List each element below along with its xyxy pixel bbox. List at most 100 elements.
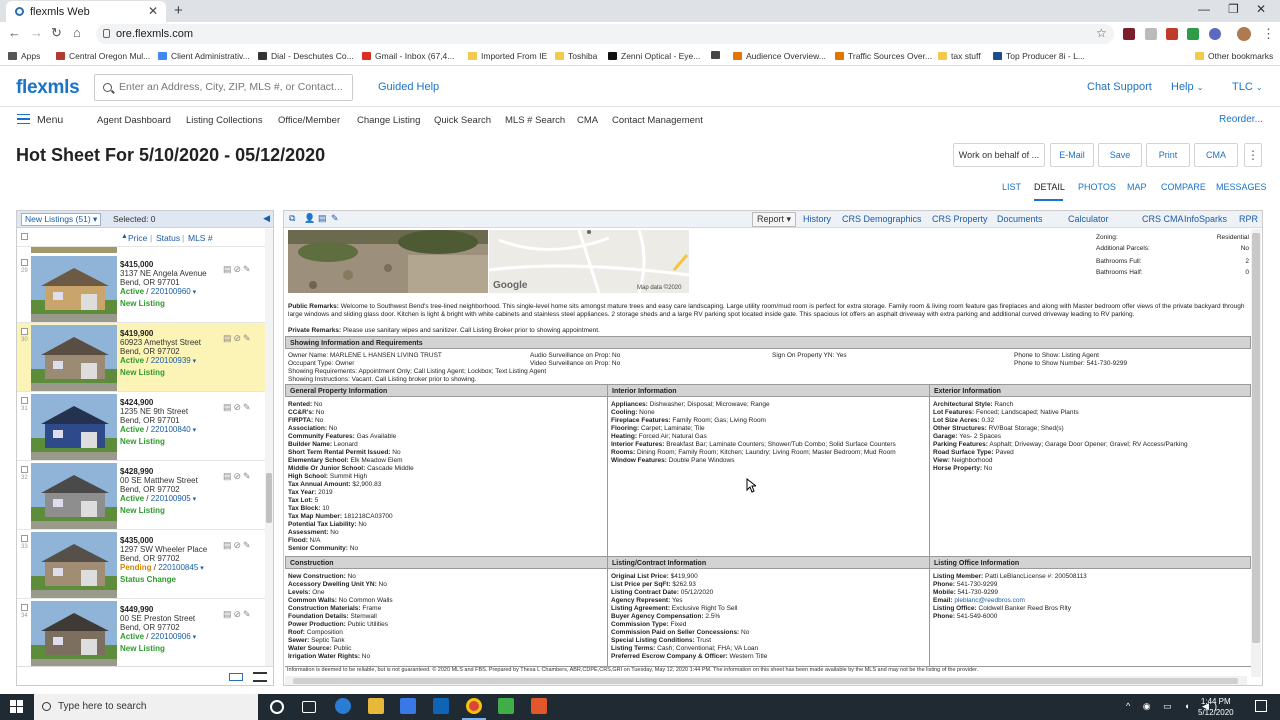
toolbar-link[interactable]: CRS CMA xyxy=(1142,214,1184,224)
maximize-icon[interactable]: ❐ xyxy=(1228,2,1239,16)
list-view-icon[interactable] xyxy=(253,672,267,682)
view-tab[interactable]: MESSAGES xyxy=(1216,182,1267,192)
toolbar-link[interactable]: CRS Demographics xyxy=(842,214,922,224)
listing-row[interactable]: 33 $435,000 1297 SW Wheeler Place Bend, OR … xyxy=(17,530,265,599)
extension-icon[interactable] xyxy=(1123,28,1135,40)
bookmark-item[interactable]: Dial - Deschutes Co... xyxy=(258,51,354,61)
forward-icon[interactable]: → xyxy=(30,25,43,40)
listing-photo[interactable] xyxy=(31,463,117,529)
recorder-icon[interactable] xyxy=(531,698,547,714)
view-tab[interactable]: DETAIL xyxy=(1034,182,1065,192)
open-window-icon[interactable]: ⧉ xyxy=(289,213,295,224)
camtasia-icon[interactable] xyxy=(498,698,514,714)
listing-row[interactable]: 34 $449,990 00 SE Preston Street Bend, OR 9… xyxy=(17,599,265,668)
listing-photo[interactable] xyxy=(31,532,117,598)
task-view-icon[interactable] xyxy=(302,701,316,713)
file-explorer-icon[interactable] xyxy=(368,698,384,714)
row-action-icons[interactable]: ▤⊘✎ xyxy=(223,540,253,551)
menu-item[interactable]: MLS # Search xyxy=(505,115,565,126)
extension-icon[interactable] xyxy=(1145,28,1157,40)
menu-item[interactable]: CMA xyxy=(577,115,598,126)
view-tab[interactable]: PHOTOS xyxy=(1078,182,1116,192)
notifications-icon[interactable] xyxy=(1255,700,1267,712)
reload-icon[interactable]: ↻ xyxy=(51,25,62,41)
listing-scrollbar[interactable] xyxy=(265,229,273,666)
listing-photo[interactable] xyxy=(31,325,117,391)
windows-start-icon[interactable] xyxy=(10,700,24,714)
menu-item[interactable]: Quick Search xyxy=(434,115,491,126)
bookmark-item[interactable]: Other bookmarks xyxy=(1195,51,1273,61)
home-icon[interactable]: ⌂ xyxy=(73,25,81,40)
taskbar-clock[interactable]: 1:44 PM 5/12/2020 xyxy=(1198,696,1234,718)
property-photo[interactable] xyxy=(288,230,488,293)
toolbar-link[interactable]: CRS Property xyxy=(932,214,988,224)
list-select[interactable]: New Listings (51) ▾ xyxy=(21,213,102,226)
bookmark-item[interactable] xyxy=(711,51,724,59)
chevron-down-icon[interactable]: ▾ xyxy=(191,634,197,641)
listing-photo[interactable] xyxy=(31,601,117,667)
search-input[interactable]: Enter an Address, City, ZIP, MLS #, or C… xyxy=(94,74,353,101)
horizontal-scroll-thumb[interactable] xyxy=(293,678,1238,684)
bookmark-item[interactable]: Zenni Optical - Eye... xyxy=(608,51,700,61)
mls-number[interactable]: 220100840 xyxy=(151,425,191,434)
row-action-icons[interactable]: ▤⊘✎ xyxy=(223,264,253,275)
bookmark-item[interactable]: Apps xyxy=(8,51,40,61)
mls-number[interactable]: 220100906 xyxy=(151,632,191,641)
listing-scroll-thumb[interactable] xyxy=(266,473,272,523)
toolbar-link[interactable]: Documents xyxy=(997,214,1043,224)
page-action-button[interactable]: Work on behalf of ... xyxy=(953,143,1045,167)
bookmark-item[interactable]: Client Administrativ... xyxy=(158,51,250,61)
chevron-down-icon[interactable]: ▾ xyxy=(191,358,197,365)
url-bar[interactable]: ore.flexmls.com xyxy=(96,24,1114,44)
menu-item[interactable]: Office/Member xyxy=(278,115,340,126)
toolbar-link[interactable]: InfoSparks xyxy=(1184,214,1227,224)
toolbar-link[interactable]: History xyxy=(803,214,831,224)
chevron-down-icon[interactable]: ▾ xyxy=(191,496,197,503)
chrome-menu-icon[interactable]: ⋮ xyxy=(1262,26,1275,42)
bookmark-item[interactable]: Gmail - Inbox (67,4... xyxy=(362,51,454,61)
taskbar-search-input[interactable]: Type here to search xyxy=(34,694,258,720)
close-tab-icon[interactable]: ✕ xyxy=(148,4,158,18)
new-tab-icon[interactable]: + xyxy=(174,2,183,19)
browser-tab[interactable]: flexmls Web ✕ xyxy=(6,1,166,22)
flexmls-logo[interactable]: flexmls xyxy=(16,77,80,99)
store-icon[interactable] xyxy=(400,698,416,714)
page-action-button[interactable]: CMA xyxy=(1194,143,1238,167)
outlook-icon[interactable] xyxy=(433,698,449,714)
view-tab[interactable]: MAP xyxy=(1127,182,1147,192)
edge-icon[interactable] xyxy=(335,698,351,714)
mls-number[interactable]: 220100905 xyxy=(151,494,191,503)
listing-row[interactable]: 31 $424,900 1235 NE 9th Street Bend, OR 977… xyxy=(17,392,265,461)
select-all-checkbox[interactable] xyxy=(21,233,28,240)
close-window-icon[interactable]: ✕ xyxy=(1256,2,1266,16)
grid-view-icon[interactable] xyxy=(229,673,243,681)
listing-row[interactable]: 29 $415,000 3137 NE Angela Avenue Bend, OR … xyxy=(17,254,265,323)
view-tab[interactable]: LIST xyxy=(1002,182,1021,192)
sort-mls[interactable]: MLS # xyxy=(188,233,213,243)
menu-button[interactable]: Menu xyxy=(37,114,63,126)
hamburger-icon[interactable] xyxy=(17,114,30,124)
contact-icon[interactable]: 👤 xyxy=(304,213,315,224)
menu-item[interactable]: Agent Dashboard xyxy=(97,115,171,126)
chevron-down-icon[interactable]: ▾ xyxy=(191,289,197,296)
bookmark-item[interactable]: Toshiba xyxy=(555,51,597,61)
edit-icon[interactable]: ✎ xyxy=(331,213,339,224)
extension-icon[interactable] xyxy=(1209,28,1221,40)
mls-number[interactable]: 220100845 xyxy=(158,563,198,572)
cortana-icon[interactable] xyxy=(270,700,284,714)
bookmark-item[interactable]: Imported From IE xyxy=(468,51,547,61)
toolbar-link[interactable]: Calculator xyxy=(1068,214,1109,224)
listing-checkbox[interactable] xyxy=(21,397,28,404)
property-map[interactable]: Google Map data ©2020 xyxy=(489,230,689,293)
user-menu[interactable]: TLC ⌄ xyxy=(1232,81,1263,93)
reorder-link[interactable]: Reorder... xyxy=(1219,114,1263,125)
sort-price[interactable]: Price xyxy=(128,233,147,243)
bookmark-item[interactable]: Central Oregon Mul... xyxy=(56,51,150,61)
listing-checkbox[interactable] xyxy=(21,535,28,542)
page-action-button[interactable]: Print xyxy=(1146,143,1190,167)
menu-item[interactable]: Listing Collections xyxy=(186,115,263,126)
print-icon[interactable]: ▤ xyxy=(318,213,327,224)
chrome-icon[interactable] xyxy=(466,698,482,714)
sort-status[interactable]: Status xyxy=(156,233,180,243)
listing-checkbox[interactable] xyxy=(21,604,28,611)
